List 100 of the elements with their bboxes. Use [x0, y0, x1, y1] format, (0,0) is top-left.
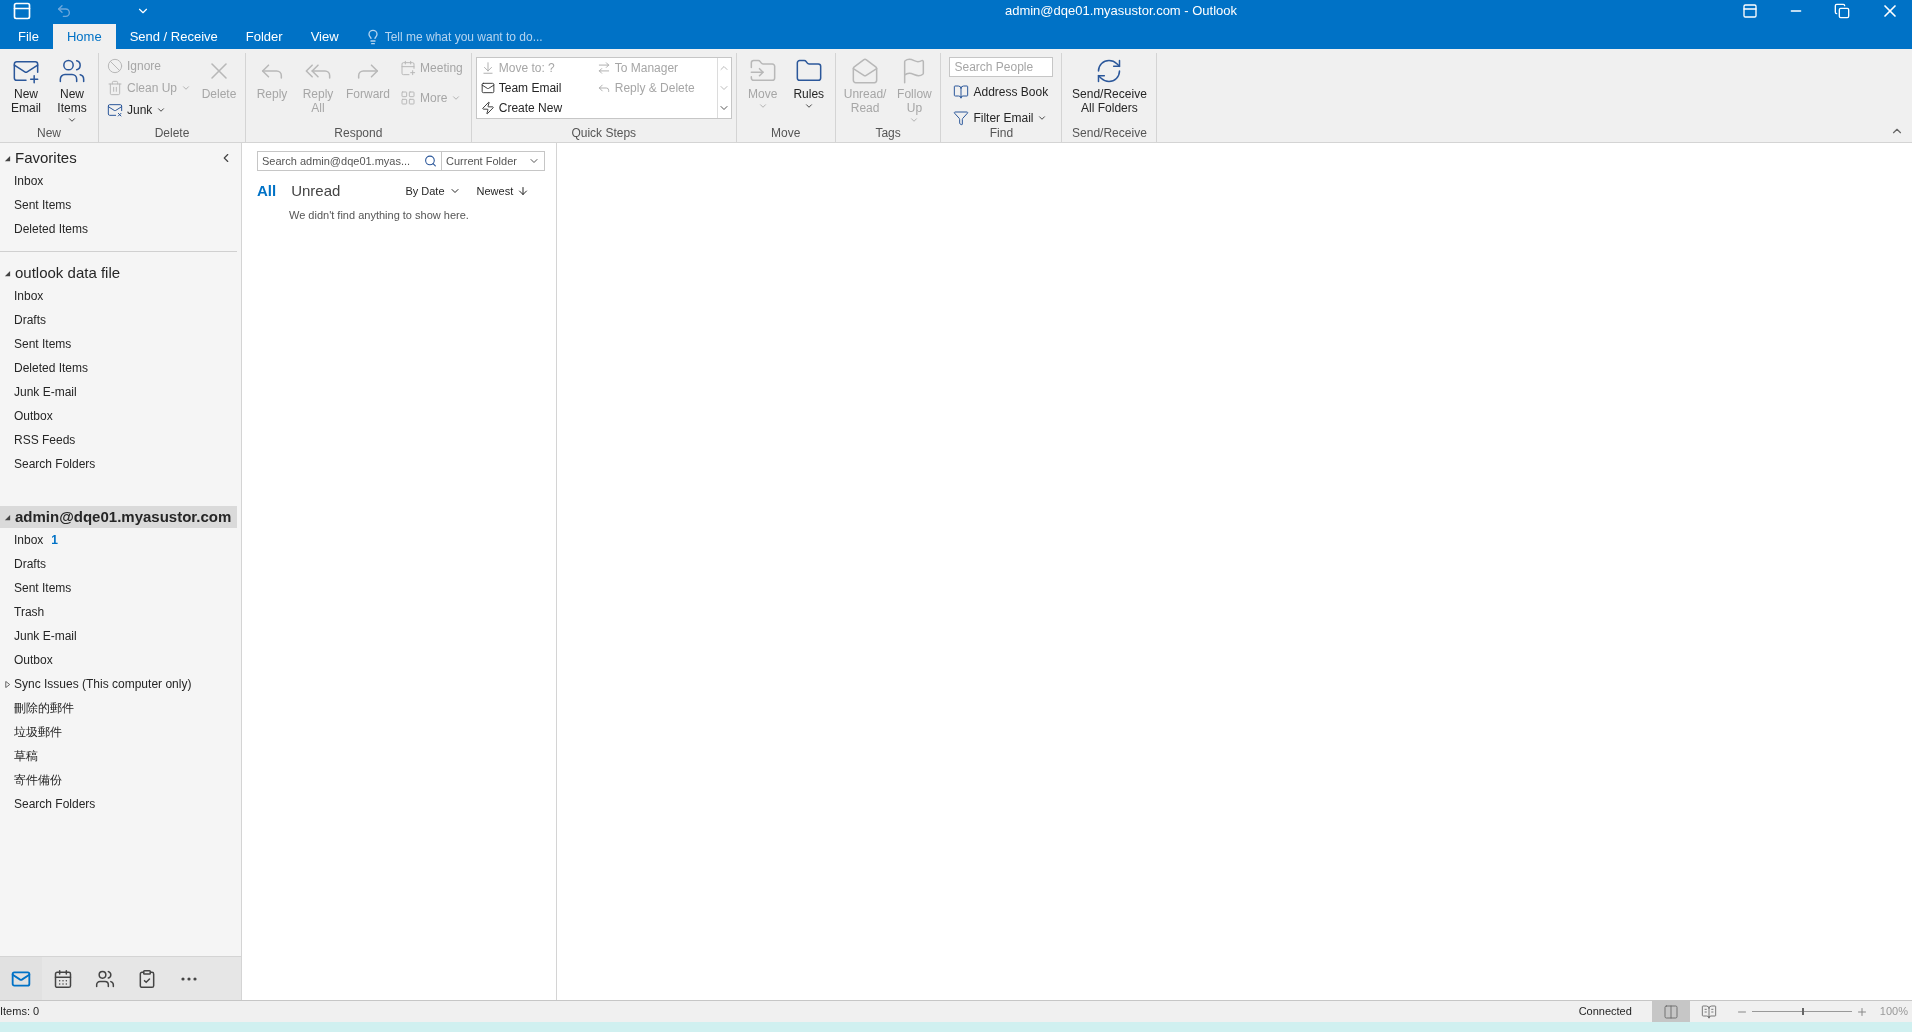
filter-tab[interactable]: Unread [291, 179, 341, 203]
ribbon-button[interactable]: Junk [103, 99, 196, 121]
quick-step[interactable]: Create New [480, 98, 597, 118]
normal-view-icon [1662, 1003, 1679, 1020]
folder-item[interactable]: Trash [0, 600, 241, 624]
ribbon-button[interactable]: Rules [786, 53, 831, 111]
folder-name: Search Folders [14, 456, 96, 473]
arrow-icon [480, 61, 495, 75]
folder-item[interactable]: Outbox [0, 404, 237, 428]
restore-icon[interactable] [1834, 3, 1850, 19]
folder-name: Outbox [14, 408, 53, 425]
ribbon-display-icon[interactable] [1742, 3, 1758, 19]
group-label: New [37, 125, 61, 142]
folder-item[interactable]: Junk E-mail [0, 380, 237, 404]
folder-section-header[interactable]: Favorites [0, 147, 237, 169]
folder-item[interactable]: Outbox [0, 648, 241, 672]
arrow-down-icon [517, 185, 530, 197]
folder-section-header[interactable]: outlook data file [0, 262, 233, 284]
ribbon-tab[interactable]: Folder [231, 24, 297, 49]
caret-icon [909, 115, 920, 125]
folder-item[interactable]: Sent Items [0, 576, 241, 600]
tell-me-field[interactable]: Tell me what you want to do... [384, 27, 625, 46]
folder-item[interactable]: Deleted Items [0, 356, 237, 380]
filter-tab[interactable]: All [257, 179, 277, 203]
folder-item[interactable]: Junk E-mail [0, 624, 241, 648]
quick-step[interactable]: Team Email [480, 78, 597, 98]
ribbon-button[interactable]: Send/Receive All Folders [1066, 53, 1153, 115]
folder-name: Outbox [14, 652, 53, 669]
nav-button[interactable] [0, 956, 42, 1001]
group-label: Send/Receive [1072, 125, 1147, 142]
zoom-slider[interactable] [1751, 1006, 1852, 1017]
folder-item[interactable]: Sent Items [0, 193, 241, 217]
folder-item[interactable]: 寄件備份 [0, 768, 241, 792]
folder-item[interactable]: Inbox 1 [0, 528, 241, 552]
folder-item[interactable]: Inbox [0, 284, 237, 308]
arrows-icon [596, 61, 611, 75]
app-menu-icon[interactable] [12, 1, 32, 21]
mail-icon [11, 968, 31, 989]
sort-order-button[interactable]: Newest [476, 182, 530, 200]
folder-name: Inbox [14, 173, 44, 190]
people-icon [95, 968, 115, 989]
folder-item[interactable]: Sync Issues (This computer only) [0, 672, 241, 696]
group-label: Delete [154, 125, 190, 142]
folder-item[interactable]: Search Folders [0, 792, 241, 816]
ribbon-button[interactable]: New Email [4, 53, 48, 115]
folder-item[interactable]: Drafts [0, 308, 237, 332]
folder-item[interactable]: 草稿 [0, 744, 241, 768]
folder-name: Sent Items [14, 336, 72, 353]
folder-name: Junk E-mail [14, 384, 77, 401]
reading-view-icon [1700, 1003, 1717, 1020]
folder-name: 垃圾郵件 [14, 724, 62, 741]
ribbon-tab[interactable]: Home [52, 24, 116, 49]
ribbon-tab[interactable]: View [296, 24, 353, 49]
folder-item[interactable]: Inbox [0, 169, 241, 193]
view-button[interactable] [1651, 1000, 1690, 1023]
folder-item[interactable]: RSS Feeds [0, 428, 237, 452]
group-label: Move [771, 125, 801, 142]
sort-dropdown[interactable]: By Date [405, 182, 461, 200]
ribbon-button[interactable]: New Items [50, 53, 94, 125]
folder-name: RSS Feeds [14, 432, 76, 449]
address-book-icon [953, 84, 970, 100]
folder-name: Junk E-mail [14, 628, 77, 645]
ribbon-tab[interactable]: Send / Receive [115, 24, 232, 49]
section-title: outlook data file [15, 262, 121, 283]
tasks-icon [137, 968, 157, 989]
calendar-icon [400, 60, 417, 76]
empty-message: We didn't find anything to show here. [289, 208, 470, 223]
window-title: admin@dqe01.myasustor.com - Outlook [1003, 2, 1239, 21]
folder-item[interactable]: Sent Items [0, 332, 237, 356]
folder-item[interactable]: Deleted Items [0, 217, 241, 241]
caret-icon [451, 93, 462, 103]
open-envelope-icon [851, 57, 880, 85]
folder-item[interactable]: 垃圾郵件 [0, 720, 241, 744]
expanded-icon[interactable] [4, 513, 11, 521]
item-count: Items: 0 [0, 1004, 41, 1020]
search-people-field[interactable]: Search People [949, 57, 1054, 77]
expanded-icon[interactable] [4, 154, 11, 162]
caret-icon [803, 101, 814, 111]
folder-name: 刪除的郵件 [14, 700, 74, 717]
folder-name: Trash [14, 604, 45, 621]
expanded-icon[interactable] [4, 269, 11, 277]
folder-item[interactable]: Search Folders [0, 452, 237, 476]
folder-name: Sent Items [14, 197, 72, 214]
folder-name: Sent Items [14, 580, 72, 597]
folder-name: Inbox [14, 532, 44, 549]
folder-item[interactable]: 刪除的郵件 [0, 696, 241, 720]
collapsed-icon[interactable] [4, 680, 11, 688]
group-label: Quick Steps [571, 125, 637, 142]
folder-name: Sync Issues (This computer only) [14, 676, 192, 693]
group-label: Tags [875, 125, 901, 142]
caret-icon [67, 115, 77, 125]
ribbon-tab[interactable]: File [4, 24, 53, 49]
folder-name: Deleted Items [14, 360, 89, 377]
caret-icon [156, 105, 167, 115]
zoom-level: 100% [1879, 1004, 1908, 1020]
folder-name: Drafts [14, 556, 46, 573]
ribbon-button[interactable]: Address Book [949, 81, 1054, 103]
zoom-thumb[interactable] [1801, 1008, 1804, 1015]
folder-item[interactable]: Drafts [0, 552, 241, 576]
ignore-icon [107, 58, 123, 74]
